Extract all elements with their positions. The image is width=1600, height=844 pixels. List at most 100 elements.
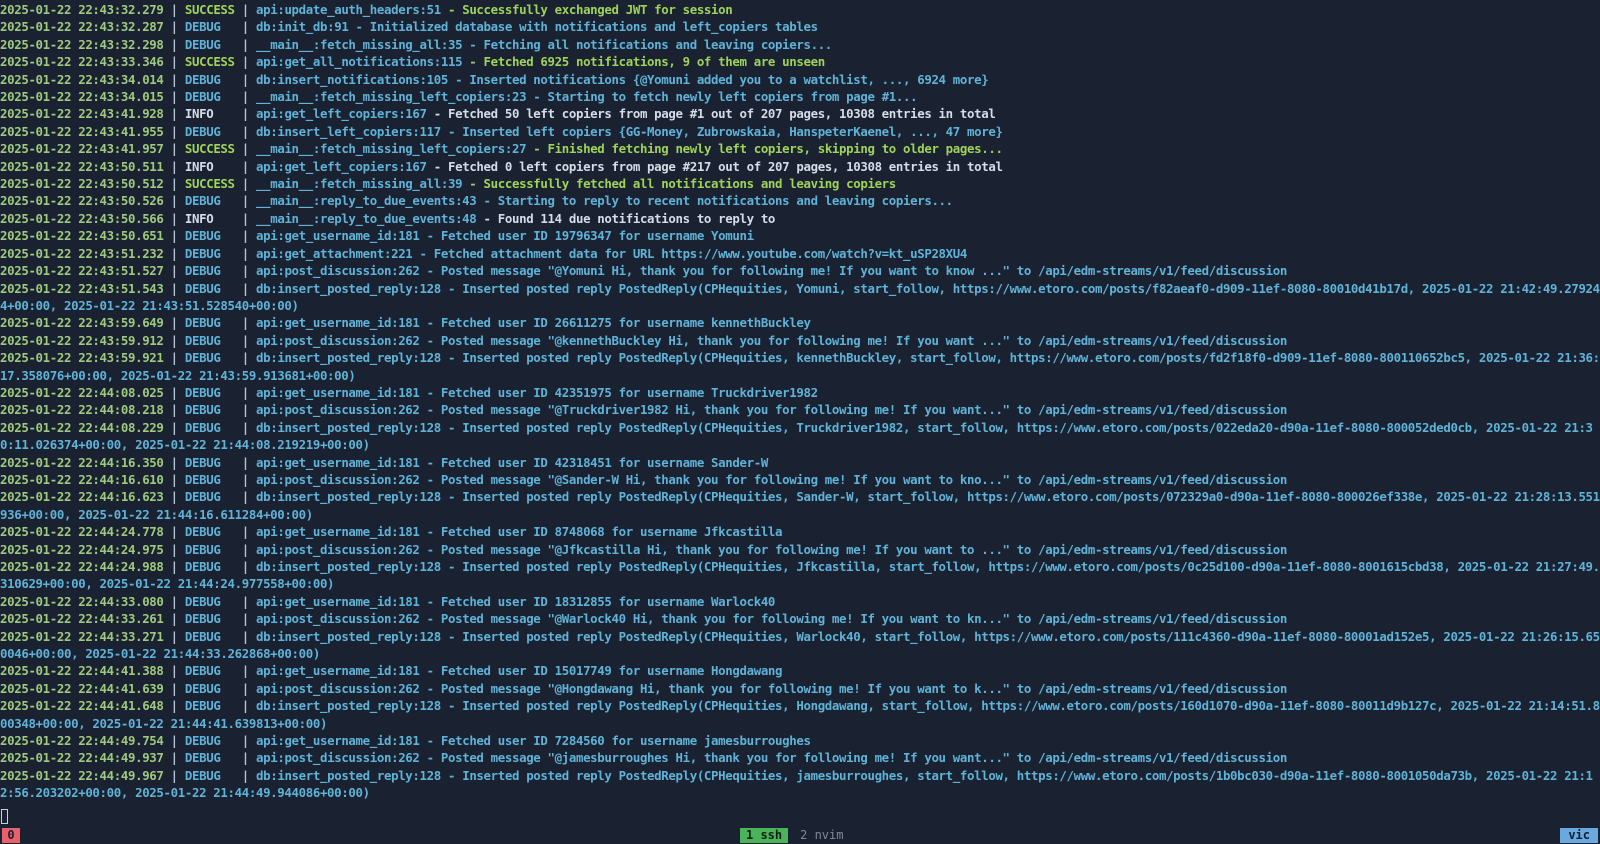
log-separator: | [163, 767, 185, 783]
log-timestamp: 2025-01-22 22:43:51.527 [0, 263, 164, 279]
log-separator: | [220, 280, 256, 296]
log-separator: - [419, 541, 441, 557]
log-level: DEBUG [184, 193, 221, 209]
log-line: 2025-01-22 22:44:33.261 | DEBUG | api:po… [0, 610, 1600, 627]
log-separator: - [440, 767, 463, 783]
log-level: DEBUG [184, 733, 221, 749]
log-separator: | [220, 489, 256, 505]
log-level: DEBUG [184, 123, 221, 139]
log-separator: | [163, 280, 185, 296]
log-separator: | [163, 471, 185, 487]
log-line: 2025-01-22 22:44:49.937 | DEBUG | api:po… [0, 749, 1600, 766]
log-level: DEBUG [184, 698, 221, 714]
log-separator: | [163, 611, 185, 627]
log-separator: - [419, 663, 441, 679]
log-source: db:insert_posted_reply:128 [256, 698, 441, 714]
log-level: INFO [184, 106, 214, 122]
log-message: Successfully fetched all notifications a… [483, 176, 897, 192]
log-separator: - [419, 332, 441, 348]
log-message: Posted message "@Hongdawang Hi, thank yo… [440, 680, 1287, 696]
log-level: DEBUG [184, 750, 221, 766]
log-separator: | [163, 123, 185, 139]
log-separator: | [220, 680, 256, 696]
log-level: DEBUG [184, 471, 221, 487]
log-source: __main__:fetch_missing_left_copiers:23 [256, 89, 527, 105]
log-line: 2025-01-22 22:44:08.229 | DEBUG | db:ins… [0, 419, 1600, 454]
log-timestamp: 2025-01-22 22:43:41.955 [0, 123, 164, 139]
log-line: 2025-01-22 22:43:51.527 | DEBUG | api:po… [0, 262, 1600, 279]
log-separator: | [163, 402, 185, 418]
log-line: 2025-01-22 22:43:32.279 | SUCCESS | api:… [0, 1, 1600, 18]
log-level: DEBUG [184, 245, 221, 261]
log-separator: - [462, 36, 484, 52]
terminal-output[interactable]: 2025-01-22 22:43:32.279 | SUCCESS | api:… [0, 0, 1600, 810]
log-separator: - [526, 89, 548, 105]
tab-ssh[interactable]: 1 ssh [740, 828, 789, 843]
log-timestamp: 2025-01-22 22:44:24.975 [0, 541, 164, 557]
log-source: api:post_discussion:262 [256, 471, 420, 487]
log-level: DEBUG [184, 541, 221, 557]
log-separator: | [163, 36, 185, 52]
log-separator: - [440, 350, 463, 366]
log-timestamp: 2025-01-22 22:43:50.651 [0, 228, 164, 244]
log-source: api:post_discussion:262 [256, 263, 420, 279]
log-separator: - [348, 19, 370, 35]
log-source: api:post_discussion:262 [256, 611, 420, 627]
log-source: api:get_attachment:221 [256, 245, 413, 261]
log-separator: - [419, 680, 441, 696]
log-separator: - [419, 384, 441, 400]
log-source: db:insert_left_copiers:117 [256, 123, 441, 139]
log-source: api:get_username_id:181 [256, 663, 420, 679]
log-line: 2025-01-22 22:43:59.921 | DEBUG | db:ins… [0, 349, 1600, 384]
log-source: __main__:fetch_missing_all:35 [256, 36, 463, 52]
log-timestamp: 2025-01-22 22:44:24.778 [0, 524, 164, 540]
log-line: 2025-01-22 22:43:41.955 | DEBUG | db:ins… [0, 123, 1600, 140]
log-separator: - [419, 263, 441, 279]
tab-nvim[interactable]: 2 nvim [794, 828, 849, 843]
log-timestamp: 2025-01-22 22:44:16.350 [0, 454, 164, 470]
log-line: 2025-01-22 22:44:24.778 | DEBUG | api:ge… [0, 523, 1600, 540]
log-separator: - [419, 733, 441, 749]
log-separator: | [163, 210, 185, 226]
log-separator: - [419, 402, 441, 418]
log-separator: | [163, 176, 185, 192]
log-source: __main__:reply_to_due_events:48 [256, 210, 477, 226]
log-separator: | [220, 315, 256, 331]
log-separator: | [220, 611, 256, 627]
log-source: api:update_auth_headers:51 [256, 2, 441, 17]
log-line: 2025-01-22 22:43:51.232 | DEBUG | api:ge… [0, 245, 1600, 262]
log-timestamp: 2025-01-22 22:43:34.015 [0, 89, 164, 105]
log-level: DEBUG [184, 71, 221, 87]
session-index-badge[interactable]: 0 [2, 828, 20, 843]
log-level: INFO [184, 210, 214, 226]
log-message: Fetched user ID 26611275 for username ke… [440, 315, 811, 331]
log-level: DEBUG [184, 559, 221, 574]
log-level: DEBUG [184, 524, 221, 540]
log-line: 2025-01-22 22:43:34.015 | DEBUG | __main… [0, 88, 1600, 105]
log-separator: - [440, 419, 463, 435]
log-separator: | [163, 663, 185, 679]
log-separator: | [220, 419, 256, 435]
log-message: Posted message "@Sander-W Hi, thank you … [440, 471, 1287, 487]
log-separator: | [220, 559, 256, 574]
log-source: api:post_discussion:262 [256, 680, 420, 696]
log-line: 2025-01-22 22:44:24.988 | DEBUG | db:ins… [0, 558, 1600, 593]
log-source: api:get_all_notifications:115 [256, 54, 463, 70]
log-separator: | [220, 36, 256, 52]
log-separator: | [163, 263, 185, 279]
log-line: 2025-01-22 22:43:59.649 | DEBUG | api:ge… [0, 314, 1600, 331]
log-timestamp: 2025-01-22 22:43:51.232 [0, 245, 164, 261]
log-source: __main__:fetch_missing_left_copiers:27 [256, 141, 527, 157]
log-message: Fetched attachment data for URL https://… [433, 245, 968, 261]
log-level: DEBUG [184, 419, 221, 435]
log-message: Fetching all notifications and leaving c… [483, 36, 833, 52]
log-level: DEBUG [184, 280, 221, 296]
log-timestamp: 2025-01-22 22:43:41.928 [0, 106, 164, 122]
log-level: DEBUG [184, 228, 221, 244]
log-source: db:init_db:91 [256, 19, 349, 35]
log-separator: | [163, 384, 185, 400]
log-separator: | [220, 593, 256, 609]
log-separator: | [234, 141, 256, 157]
log-source: db:insert_posted_reply:128 [256, 419, 441, 435]
log-line: 2025-01-22 22:44:16.623 | DEBUG | db:ins… [0, 488, 1600, 523]
